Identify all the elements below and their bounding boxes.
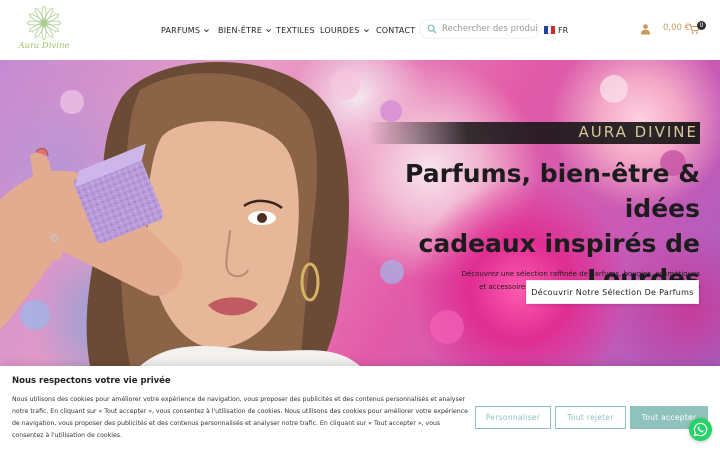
cookie-text: Nous utilisons des cookies pour améliore…: [12, 396, 468, 439]
chevron-down-icon: [363, 28, 369, 32]
customize-cookies-button[interactable]: Personnaliser: [475, 406, 551, 429]
nav-item-bien-etre[interactable]: BIEN-ÊTRE: [218, 22, 272, 38]
reject-all-cookies-button[interactable]: Tout rejeter: [555, 406, 626, 429]
site-logo[interactable]: Aura Divine: [14, 4, 74, 52]
logo-text: Aura Divine: [18, 41, 70, 51]
nav-item-contact[interactable]: CONTACT: [376, 22, 415, 38]
cookie-title: Nous respectons votre vie privée: [12, 376, 171, 386]
hero-kicker: AURA DIVINE: [578, 123, 698, 141]
logo-flower-icon: [26, 5, 62, 41]
hero-title-line: cadeaux inspirés de: [418, 229, 700, 258]
french-flag-icon: [544, 26, 556, 34]
nav-item-lourdes[interactable]: LOURDES: [320, 22, 370, 38]
nav-item-parfums[interactable]: PARFUMS: [161, 22, 210, 38]
search-input[interactable]: [442, 24, 538, 34]
cart-total[interactable]: 0,00 €: [663, 23, 690, 33]
language-label: FR: [558, 25, 569, 35]
nav-item-label: LOURDES: [320, 25, 360, 35]
whatsapp-chat-button[interactable]: [689, 418, 712, 441]
hero-banner: AURA DIVINE Parfums, bien-être & idées c…: [0, 60, 720, 366]
nav-item-label: CONTACT: [376, 25, 416, 35]
discover-perfumes-button[interactable]: Découvrir Notre Sélection De Parfums: [526, 280, 699, 304]
nav-item-label: PARFUMS: [161, 25, 201, 35]
user-icon[interactable]: [640, 23, 651, 35]
nav-item-label: BIEN-ÊTRE: [218, 25, 263, 35]
language-switcher[interactable]: FR: [544, 22, 568, 38]
chevron-down-icon: [204, 28, 210, 32]
chevron-down-icon: [266, 28, 272, 32]
site-header: Aura Divine PARFUMS BIEN-ÊTRE TEXTILES L…: [0, 0, 720, 60]
whatsapp-icon: [693, 422, 708, 437]
nav-item-label: TEXTILES: [276, 25, 315, 35]
search-box: [419, 19, 539, 39]
nav-item-textiles[interactable]: TEXTILES: [276, 22, 315, 38]
hero-title-line: Parfums, bien-être & idées: [405, 159, 700, 223]
search-icon[interactable]: [427, 24, 437, 34]
cart-count-badge: 0: [697, 21, 706, 30]
cookie-consent-banner: Nous respectons votre vie privée Nous ut…: [0, 366, 720, 450]
